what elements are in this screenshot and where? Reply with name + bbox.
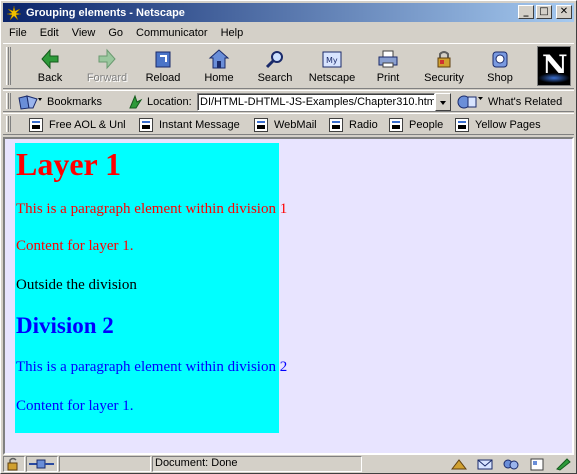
personal-item-label: Instant Message	[159, 119, 240, 131]
division-2-paragraph: This is a paragraph element within divis…	[16, 359, 288, 375]
address-book-icon[interactable]	[528, 458, 546, 471]
minimize-button[interactable]: _	[518, 5, 534, 19]
netscape-app-icon	[6, 5, 22, 21]
shop-button[interactable]: Shop	[473, 47, 527, 87]
location-dropdown-button[interactable]	[435, 93, 451, 111]
layer-paragraph: This is a paragraph element within divis…	[16, 201, 288, 217]
personal-item-radio[interactable]: Radio	[329, 116, 378, 134]
reload-button[interactable]: Reload	[136, 47, 190, 87]
whats-related-label: What's Related	[488, 96, 563, 108]
personal-item-label: Free AOL & Unl	[49, 119, 126, 131]
reload-label: Reload	[145, 72, 181, 84]
division-2-heading: Division 2	[16, 313, 114, 338]
location-icon	[129, 94, 143, 109]
bookmark-page-icon	[254, 118, 268, 132]
netscape-logo[interactable]: N	[537, 46, 571, 86]
forward-button[interactable]: Forward	[80, 47, 134, 87]
personal-item-label: Radio	[349, 119, 378, 131]
personal-item-webmail[interactable]: WebMail	[254, 116, 317, 134]
layer-content: Content for layer 1.	[16, 238, 134, 254]
personal-item-label: WebMail	[274, 119, 317, 131]
personal-item-people[interactable]: People	[389, 116, 443, 134]
whats-related-icon	[457, 95, 483, 109]
whats-related-button[interactable]: What's Related	[456, 92, 562, 112]
personal-item-instant-message[interactable]: Instant Message	[139, 116, 240, 134]
instant-messenger-icon[interactable]	[502, 458, 520, 471]
location-toolbar-grip[interactable]	[6, 93, 11, 109]
menu-file[interactable]: File	[9, 27, 27, 39]
navigator-icon[interactable]	[450, 458, 468, 471]
search-icon	[263, 48, 287, 70]
progress-panel	[59, 456, 151, 472]
personal-toolbar: Free AOL & Unl Instant Message WebMail R…	[3, 113, 574, 135]
printer-icon	[376, 48, 400, 70]
menu-go[interactable]: Go	[108, 27, 123, 39]
navigation-toolbar: Back Forward Reload Home Search My Netsc…	[3, 43, 574, 89]
location-toolbar: Bookmarks Location: DI/HTML-DHTML-JS-Exa…	[3, 90, 574, 112]
back-button[interactable]: Back	[23, 47, 77, 87]
close-button[interactable]: ✕	[556, 5, 572, 19]
personal-item-free-aol[interactable]: Free AOL & Unl	[29, 116, 126, 134]
location-label: Location:	[147, 96, 192, 108]
personal-item-label: Yellow Pages	[475, 119, 541, 131]
status-bar: Document: Done	[3, 456, 574, 472]
forward-label: Forward	[86, 72, 128, 84]
lock-icon	[432, 48, 456, 70]
layer-heading: Layer 1	[16, 146, 122, 182]
menu-bar: File Edit View Go Communicator Help	[3, 23, 574, 42]
bookmark-page-icon	[389, 118, 403, 132]
bookmark-page-icon	[139, 118, 153, 132]
print-button[interactable]: Print	[361, 47, 415, 87]
back-arrow-icon	[38, 48, 62, 70]
browser-window: Grouping elements - Netscape _ □ ✕ File …	[0, 0, 577, 474]
toolbar-grip[interactable]	[6, 47, 11, 85]
forward-arrow-icon	[95, 48, 119, 70]
bookmarks-icon	[18, 95, 42, 110]
menu-edit[interactable]: Edit	[40, 27, 59, 39]
search-button[interactable]: Search	[248, 47, 302, 87]
title-bar[interactable]: Grouping elements - Netscape _ □ ✕	[3, 3, 574, 22]
division-2-content: Content for layer 1.	[16, 398, 134, 414]
location-label-group: Location:	[127, 92, 192, 112]
menu-help[interactable]: Help	[221, 27, 244, 39]
shop-label: Shop	[487, 72, 513, 84]
svg-text:My: My	[326, 56, 338, 65]
page-content[interactable]: Layer 1 This is a paragraph element with…	[3, 137, 574, 455]
back-label: Back	[37, 72, 63, 84]
status-text: Document: Done	[155, 457, 238, 469]
netscape-button[interactable]: My Netscape	[305, 47, 359, 87]
composer-icon[interactable]	[554, 457, 572, 471]
outside-text: Outside the division	[16, 277, 137, 293]
bookmarks-label: Bookmarks	[47, 96, 103, 108]
shop-icon	[488, 48, 512, 70]
component-bar	[450, 456, 572, 472]
bookmark-page-icon	[29, 118, 43, 132]
bookmarks-button[interactable]: Bookmarks	[17, 92, 102, 112]
menu-view[interactable]: View	[72, 27, 96, 39]
maximize-button[interactable]: □	[536, 5, 552, 19]
personal-item-label: People	[409, 119, 444, 131]
reload-icon	[151, 48, 175, 70]
security-status-panel[interactable]	[3, 456, 25, 472]
security-button[interactable]: Security	[417, 47, 471, 87]
unlocked-padlock-icon	[7, 457, 18, 471]
connection-status-panel[interactable]	[26, 456, 58, 472]
home-label: Home	[204, 72, 234, 84]
security-label: Security	[424, 72, 464, 84]
personal-toolbar-grip[interactable]	[6, 116, 11, 132]
location-url-field[interactable]: DI/HTML-DHTML-JS-Examples/Chapter310.htm…	[197, 93, 435, 111]
bookmark-page-icon	[455, 118, 469, 132]
netscape-label: Netscape	[308, 72, 356, 84]
personal-item-yellow-pages[interactable]: Yellow Pages	[455, 116, 541, 134]
search-label: Search	[257, 72, 293, 84]
print-label: Print	[376, 72, 400, 84]
my-netscape-icon: My	[320, 48, 344, 70]
menu-communicator[interactable]: Communicator	[136, 27, 208, 39]
mail-icon[interactable]	[476, 458, 494, 471]
home-button[interactable]: Home	[192, 47, 246, 87]
connection-plug-icon	[29, 459, 54, 469]
bookmark-page-icon	[329, 118, 343, 132]
home-icon	[207, 48, 231, 70]
window-title: Grouping elements - Netscape	[26, 6, 185, 19]
